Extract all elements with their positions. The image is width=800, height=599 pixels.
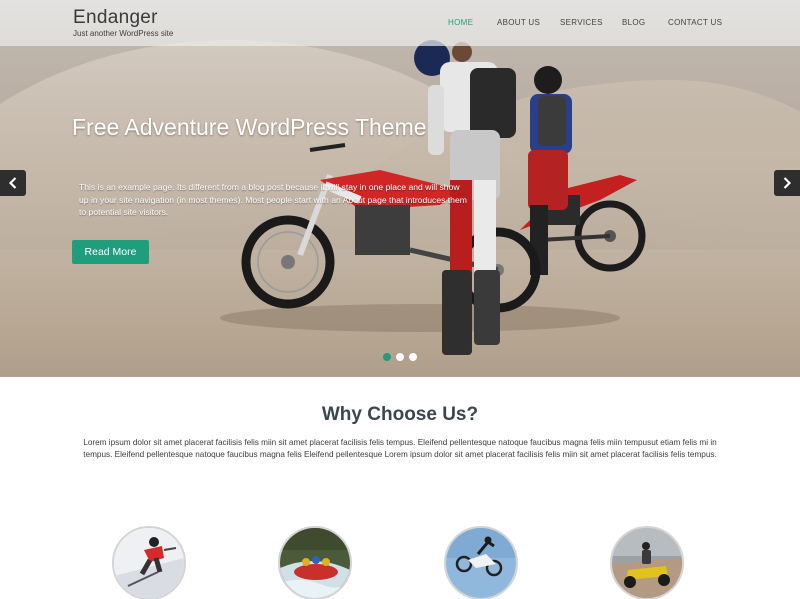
skier-image (114, 528, 184, 598)
site-header: Endanger Just another WordPress site HOM… (0, 0, 800, 46)
slider-dot-2[interactable] (396, 353, 404, 361)
nav-item-about-us[interactable]: ABOUT US (497, 18, 540, 27)
nav-item-home[interactable]: HOME (448, 18, 473, 27)
feature-image-motocross-jump[interactable] (444, 526, 518, 599)
main-navigation: HOME ABOUT US SERVICES BLOG CONTACT US (0, 18, 800, 30)
site-tagline: Just another WordPress site (73, 29, 174, 38)
feature-image-rafting[interactable] (278, 526, 352, 599)
slide-title: Free Adventure WordPress Theme (72, 114, 427, 140)
atv-rider-image (612, 528, 682, 598)
chevron-left-icon (8, 177, 17, 189)
slide-description: This is an example page. Its different f… (79, 182, 467, 218)
slider-prev-button[interactable] (0, 170, 26, 196)
nav-item-blog[interactable]: BLOG (622, 18, 645, 27)
read-more-button[interactable]: Read More (72, 240, 149, 264)
feature-image-atv-rider[interactable] (610, 526, 684, 599)
feature-image-skier[interactable] (112, 526, 186, 599)
slider-next-button[interactable] (774, 170, 800, 196)
hero-slider: Endanger Just another WordPress site HOM… (0, 0, 800, 377)
motocross-jump-image (446, 528, 516, 598)
nav-item-contact-us[interactable]: CONTACT US (668, 18, 722, 27)
slider-dot-3[interactable] (409, 353, 417, 361)
slider-dot-1[interactable] (383, 353, 391, 361)
chevron-right-icon (783, 177, 792, 189)
section-title: Why Choose Us? (321, 404, 479, 425)
rafting-image (280, 528, 350, 598)
nav-item-services[interactable]: SERVICES (560, 18, 603, 27)
section-description: Lorem ipsum dolor sit amet placerat faci… (83, 438, 717, 460)
